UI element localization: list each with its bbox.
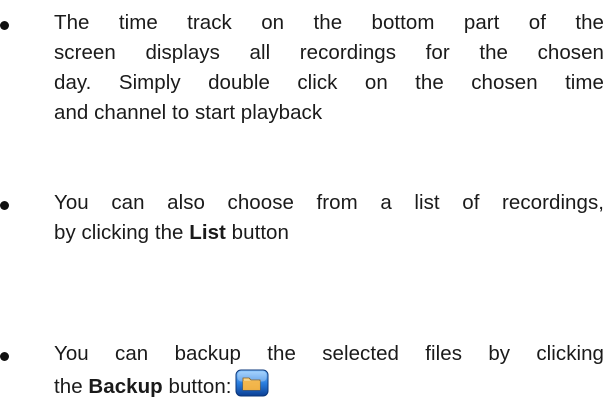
text-line: day. Simply double click on the chosen t… [54,71,604,94]
text-line: by clicking the List button [54,218,604,248]
text-fragment: by clicking the [54,221,190,244]
text-line: and channel to start playback [54,101,323,124]
bullet-icon [0,21,9,30]
document-page: The time track on the bottom part of the… [0,0,613,412]
list-item-text: You can also choose from a list of recor… [54,188,604,248]
backup-folder-icon [235,369,269,397]
list-item-text: You can backup the selected files by cli… [54,339,604,402]
text-line: screen displays all recordings for the c… [54,41,604,64]
text-fragment: the [54,375,89,398]
text-line: The time track on the bottom part of the [54,11,604,34]
text-fragment: button: [162,375,232,398]
bullet-icon [0,352,9,361]
text-line: You can backup the selected files by cli… [54,342,604,365]
text-line: the Backup button: [54,369,604,402]
bullet-icon [0,201,9,210]
backup-term: Backup [88,375,163,398]
list-term: List [189,221,226,244]
text-fragment: button [225,221,289,244]
text-line: You can also choose from a list of recor… [54,191,604,214]
list-item-text: The time track on the bottom part of the… [54,8,604,128]
